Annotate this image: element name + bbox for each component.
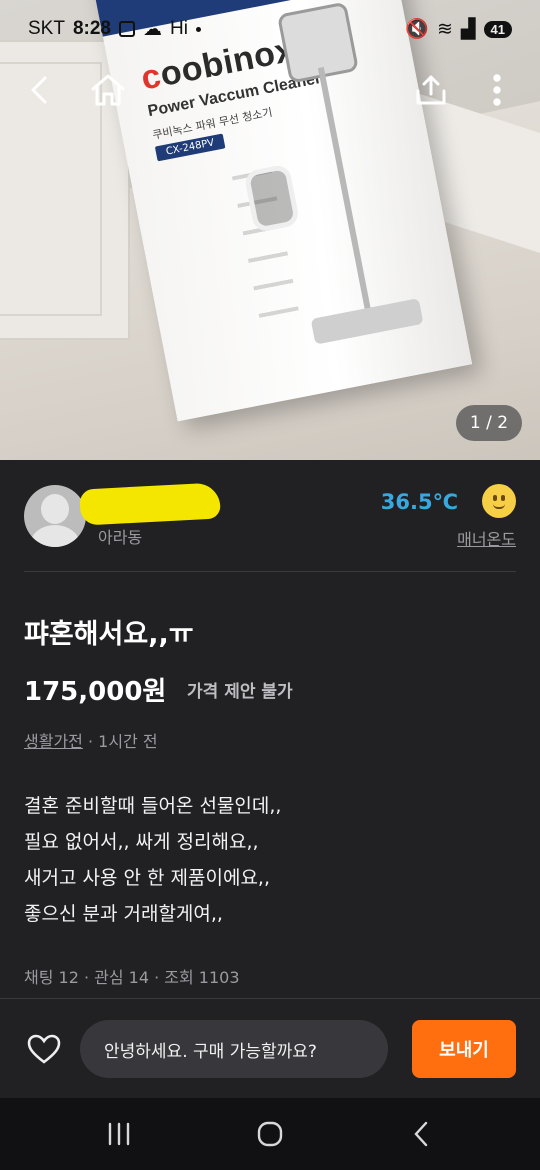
status-bar: SKT 8:28 ☁ Hi 🔇 ≋ ▟ 41 — [0, 0, 540, 58]
chevron-left-icon — [414, 1121, 428, 1147]
post-stats: 채팅 12 · 관심 14 · 조회 1103 — [24, 968, 240, 987]
product-photo[interactable]: coobinox Power Vaccum Cleaner 쿠비녹스 파워 무선… — [0, 0, 540, 460]
recent-apps-icon — [108, 1122, 130, 1146]
system-navigation-bar — [0, 1098, 540, 1170]
divider — [24, 571, 516, 572]
recent-apps-button[interactable] — [94, 1116, 144, 1152]
manner-temperature: 36.5℃ — [380, 490, 458, 514]
chevron-left-icon — [31, 76, 47, 104]
description-line: 새거고 사용 안 한 제품이에요,, — [24, 867, 270, 889]
share-button[interactable] — [409, 68, 453, 112]
time-ago: · 1시간 전 — [82, 732, 158, 751]
seller-profile[interactable]: 이정 아라동 36.5℃ 매너온도 — [0, 460, 540, 572]
system-home-button[interactable] — [245, 1116, 295, 1152]
description-line: 결혼 준비할때 들어온 선물인데,, — [24, 795, 282, 817]
category-link[interactable]: 생활가전 — [24, 732, 83, 751]
negotiation-status: 가격 제안 불가 — [187, 682, 293, 702]
message-input[interactable]: 안녕하세요. 구매 가능할까요? — [80, 1020, 388, 1078]
photo-counter: 1 / 2 — [456, 405, 522, 441]
name-redaction-mark — [79, 482, 221, 526]
post-description: 결혼 준비할때 들어온 선물인데,, 필요 없어서,, 싸게 정리해요,, 새거… — [24, 788, 516, 932]
description-line: 필요 없어서,, 싸게 정리해요,, — [24, 831, 259, 853]
back-button[interactable] — [18, 68, 62, 112]
bottom-action-bar: 안녕하세요. 구매 가능할까요? 보내기 — [0, 998, 540, 1098]
smile-face-icon — [482, 484, 516, 518]
screenshot-icon — [118, 21, 135, 37]
top-navigation — [0, 60, 540, 118]
battery-icon: 41 — [483, 20, 512, 38]
more-button[interactable] — [475, 68, 519, 112]
network-label: Hi — [169, 18, 188, 39]
heart-icon — [27, 1034, 61, 1064]
manner-temperature-link[interactable]: 매너온도 — [457, 526, 516, 550]
circle-home-icon — [257, 1121, 283, 1147]
home-icon — [91, 74, 125, 106]
share-icon — [416, 75, 446, 105]
carrier-label: SKT — [28, 18, 65, 39]
clock: 8:28 — [72, 18, 111, 39]
send-button[interactable]: 보내기 — [412, 1020, 516, 1078]
more-vertical-icon — [493, 74, 501, 106]
signal-icon: ▟ — [460, 18, 476, 40]
like-button[interactable] — [26, 1033, 62, 1065]
post-price: 175,000원 — [24, 677, 167, 707]
seller-location: 아라동 — [98, 528, 143, 547]
description-line: 좋으신 분과 거래할게여,, — [24, 903, 223, 925]
home-button[interactable] — [86, 68, 130, 112]
mute-icon: 🔇 — [405, 19, 429, 40]
cloud-icon: ☁ — [142, 18, 162, 40]
post-title: 퍄혼해서요,,ㅠ — [24, 619, 194, 650]
avatar[interactable] — [24, 485, 86, 547]
wifi-icon: ≋ — [436, 18, 453, 40]
post-meta: 생활가전 · 1시간 전 — [24, 728, 158, 752]
notification-dot-icon — [195, 26, 201, 32]
system-back-button[interactable] — [396, 1116, 446, 1152]
